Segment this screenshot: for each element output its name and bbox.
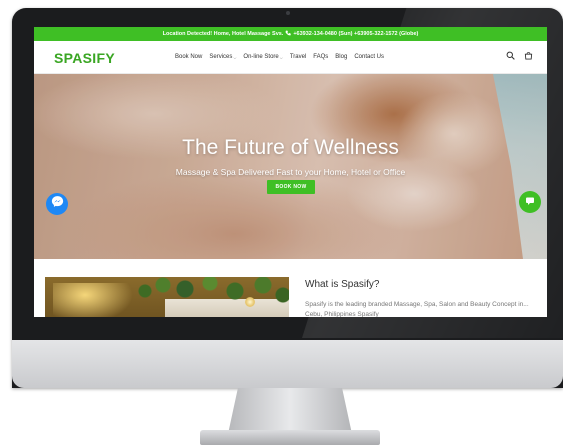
announcement-text: Location Detected! Home, Hotel Massage S… (162, 31, 284, 37)
chevron-down-icon: ⌵ (279, 54, 283, 60)
nav-item-label: Blog (335, 54, 348, 60)
website-screen: Location Detected! Home, Hotel Massage S… (34, 27, 547, 317)
search-icon[interactable] (506, 51, 515, 60)
monitor-base (200, 430, 380, 445)
nav-item-label: Services (209, 54, 233, 60)
nav-icons (506, 51, 533, 60)
cart-icon[interactable] (524, 51, 533, 60)
about-title: What is Spasify? (305, 279, 380, 290)
nav-item-label: Contact Us (354, 54, 384, 60)
nav-item-book-now[interactable]: Book Now (175, 54, 202, 60)
photo-plants (135, 277, 289, 317)
messenger-button[interactable] (46, 193, 68, 215)
chevron-down-icon: ⌵ (233, 54, 237, 60)
site-logo[interactable]: SPASIFY (54, 50, 115, 66)
messenger-icon (51, 195, 64, 213)
announcement-bar: Location Detected! Home, Hotel Massage S… (34, 27, 547, 41)
main-navigation: SPASIFY Book Now Services ⌵ On-line Store… (34, 41, 547, 74)
nav-item-label: Travel (289, 54, 307, 60)
nav-item-label: FAQs (313, 54, 329, 60)
nav-item-contact-us[interactable]: Contact Us (354, 54, 384, 60)
phone-icon (285, 30, 292, 38)
hero-banner: The Future of Wellness Massage & Spa Del… (34, 74, 547, 259)
chat-button[interactable] (519, 191, 541, 213)
nav-item-label: On-line Store (243, 54, 279, 60)
photo-lamp (245, 297, 255, 307)
nav-item-services[interactable]: Services ⌵ (209, 54, 236, 60)
nav-item-online-store[interactable]: On-line Store ⌵ (243, 54, 282, 60)
book-now-button[interactable]: BOOK NOW (267, 180, 315, 194)
camera-icon (286, 11, 290, 15)
nav-menu: Book Now Services ⌵ On-line Store ⌵ Travel… (175, 54, 384, 60)
nav-item-faqs[interactable]: FAQs (313, 54, 328, 60)
nav-item-label: Book Now (175, 54, 203, 60)
about-body: Spasify is the leading branded Massage, … (305, 301, 529, 317)
announcement-phones[interactable]: +63932-134-0480 (Sun) +63905-322-1572 (G… (293, 31, 418, 37)
photo-light (53, 283, 133, 317)
nav-item-blog[interactable]: Blog (335, 54, 347, 60)
nav-item-travel[interactable]: Travel (290, 54, 306, 60)
spa-interior-photo (45, 277, 289, 317)
monitor-chin (12, 340, 563, 388)
hero-title: The Future of Wellness (182, 136, 399, 159)
chat-icon (525, 193, 535, 211)
monitor-stand (228, 388, 352, 434)
hero-subtitle: Massage & Spa Delivered Fast to your Hom… (175, 167, 406, 177)
